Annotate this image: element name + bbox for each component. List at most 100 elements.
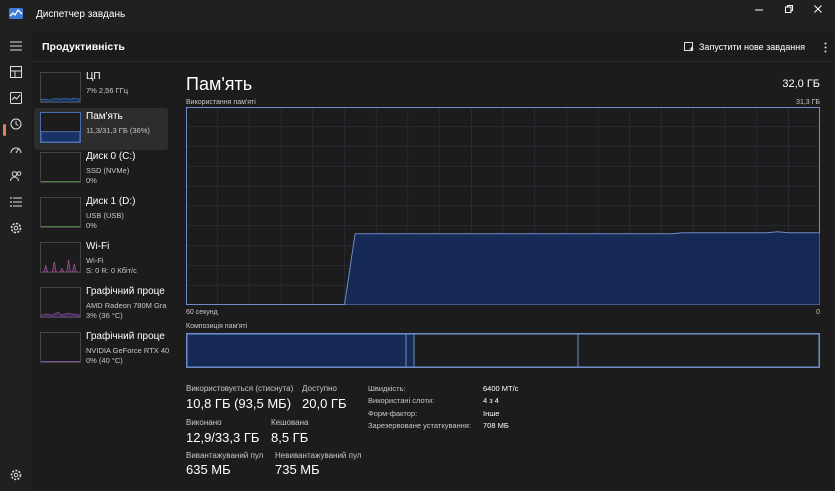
paged-pool-value: 635 МБ [186,462,231,477]
spec-value-reserved: 708 МБ [483,421,509,430]
active-indicator [3,124,6,136]
memory-thumbnail [40,112,81,143]
minimize-icon [755,9,763,11]
resource-usage: S: 0 R: 0 Кбіт/с [86,266,137,275]
resource-disk-1[interactable]: Диск 1 (D:) USB (USB) 0% [34,193,168,235]
in-use-segment [186,333,407,368]
nonpaged-pool-label: Невивантажуваний пул [275,451,362,460]
nav-processes[interactable] [8,64,24,80]
resource-cpu[interactable]: ЦП 7% 2,56 ГГц [34,68,168,110]
resource-title: Диск 1 (D:) [86,196,136,207]
resource-subtitle: 7% 2,56 ГГц [86,86,129,95]
performance-icon [10,92,22,104]
spec-value-speed: 6400 MT/c [483,384,519,393]
services-icon [10,222,22,234]
modified-segment [405,333,415,368]
memory-title: Пам'ять [186,74,253,94]
resource-subtitle: AMD Radeon 780M Gra [86,301,167,310]
navigation-rail [0,32,32,491]
details-icon [10,197,22,207]
committed-label: Виконано [186,418,222,427]
more-options-button[interactable] [817,38,833,56]
cpu-thumbnail [40,72,81,103]
standby-segment [413,333,579,368]
in-use-value: 10,8 ГБ (93,5 МБ) [186,396,292,411]
resource-gpu-1[interactable]: Графічний проце NVIDIA GeForce RTX 40 0%… [34,328,170,370]
resource-wifi[interactable]: Wi-Fi Wi-Fi S: 0 R: 0 Кбіт/с [34,238,168,280]
gpu-1-thumbnail [40,332,81,363]
resource-subtitle: SSD (NVMe) [86,166,130,175]
window-title: Диспетчер завдань [36,9,126,20]
committed-value: 12,9/33,3 ГБ [186,430,260,445]
nav-app-history[interactable] [8,116,24,132]
free-segment [577,333,820,368]
resource-title: Диск 0 (C:) [86,151,136,162]
cached-label: Кешована [271,418,309,427]
axis-zero-label: 0 [816,309,820,316]
resource-title: ЦП [86,71,101,82]
spec-label-form-factor: Форм-фактор: [368,409,418,418]
composition-label: Композиція пам'яті [186,323,248,330]
resource-title: Wi-Fi [86,241,110,252]
in-use-label: Використовується (стиснута) [186,384,294,393]
resource-subtitle: USB (USB) [86,211,124,220]
nav-performance[interactable] [8,90,24,106]
more-icon [824,42,826,52]
resource-subtitle: Wi-Fi [86,256,104,265]
paged-pool-label: Вивантажуваний пул [186,451,264,460]
nav-details[interactable] [8,194,24,210]
nonpaged-pool-value: 735 МБ [275,462,320,477]
resource-usage: 0% [86,221,97,230]
resource-memory[interactable]: Пам'ять 11,3/31,3 ГБ (36%) [34,108,168,150]
memory-usage-graph [186,107,820,305]
nav-settings[interactable] [8,467,24,483]
menu-icon [10,41,22,51]
task-manager-icon [9,8,23,19]
available-label: Доступно [302,384,337,393]
resource-usage: 3% (36 °C) [86,311,123,320]
spec-value-slots: 4 з 4 [483,396,499,405]
nav-startup-apps[interactable] [8,142,24,158]
usage-graph-label: Використання пам'яті [186,99,256,106]
resource-title: Графічний проце [86,286,165,297]
close-button[interactable] [801,0,835,18]
close-icon [814,5,822,13]
nav-users[interactable] [8,168,24,184]
minimize-button[interactable] [742,0,776,18]
menu-button[interactable] [8,38,24,54]
settings-icon [10,469,22,481]
run-task-icon [684,42,694,51]
gpu-0-thumbnail [40,287,81,318]
resource-gpu-0[interactable]: Графічний проце AMD Radeon 780M Gra 3% (… [34,283,168,325]
resource-disk-0[interactable]: Диск 0 (C:) SSD (NVMe) 0% [34,148,168,190]
resource-usage: 0% (40 °C) [86,356,123,365]
users-icon [10,171,22,182]
cached-value: 8,5 ГБ [271,430,309,445]
available-value: 20,0 ГБ [302,396,347,411]
run-new-task-label: Запустити нове завдання [699,42,806,52]
memory-total: 32,0 ГБ [782,78,820,90]
nav-services[interactable] [8,220,24,236]
time-span-label: 60 секунд [186,309,218,316]
app-history-icon [10,118,22,130]
disk-1-thumbnail [40,197,81,228]
disk-0-thumbnail [40,152,81,183]
spec-value-form-factor: Інше [483,409,500,418]
run-new-task-button[interactable]: Запустити нове завдання [684,38,805,56]
page-header: Продуктивність Запустити нове завдання [32,32,835,62]
resource-title: Пам'ять [86,111,123,122]
wifi-thumbnail [40,242,81,273]
processes-icon [10,66,22,78]
memory-composition-bar [186,333,820,368]
spec-label-reserved: Зарезервоване устаткування: [368,421,471,430]
title-bar: Диспетчер завдань [0,0,835,32]
usage-graph-max: 31,3 ГБ [796,99,820,106]
memory-panel: Пам'ять 32,0 ГБ Використання пам'яті 31,… [186,70,820,491]
startup-apps-icon [10,147,22,154]
resource-title: Графічний проце [86,331,165,342]
spec-label-slots: Використані слоти: [368,396,435,405]
resource-usage: 0% [86,176,97,185]
restore-icon [785,5,793,13]
resource-subtitle: NVIDIA GeForce RTX 40 [86,346,170,355]
resource-subtitle: 11,3/31,3 ГБ (36%) [86,126,150,135]
